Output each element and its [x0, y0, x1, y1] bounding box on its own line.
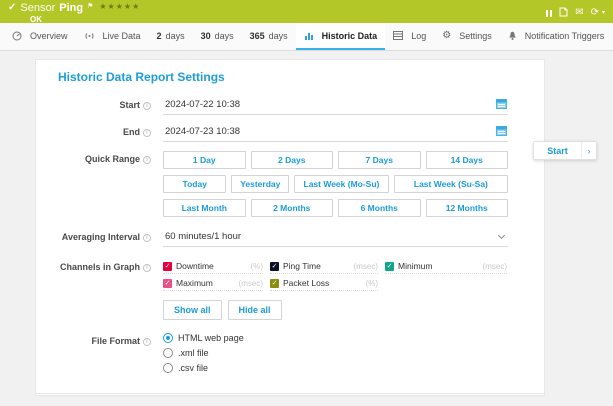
- radio-selected-icon[interactable]: [163, 333, 173, 343]
- hide-all-button[interactable]: Hide all: [228, 300, 282, 320]
- status-check-icon: ✓: [8, 2, 16, 14]
- quick-range-row: Quick Range 1 Day 2 Days 7 Days 14 Days …: [36, 151, 544, 217]
- log-table-icon: [393, 31, 403, 40]
- quick-range-12-months-button[interactable]: 12 Months: [426, 199, 509, 217]
- settings-heading: Historic Data Report Settings: [58, 70, 544, 84]
- calendar-icon[interactable]: [496, 125, 507, 139]
- tab-settings[interactable]: ⚙ Settings: [434, 23, 500, 50]
- tab-historic-data[interactable]: Historic Data: [296, 23, 386, 50]
- channel-ping-time[interactable]: ✓ Ping Time (msec): [270, 261, 378, 274]
- file-format-label: File Format: [36, 333, 151, 346]
- report-icon[interactable]: [559, 4, 568, 22]
- channel-downtime[interactable]: ✓ Downtime (%): [163, 261, 263, 274]
- info-icon[interactable]: [143, 234, 151, 242]
- tab-notification-triggers[interactable]: Notification Triggers: [500, 23, 613, 50]
- channel-checkbox[interactable]: ✓: [270, 262, 279, 271]
- refresh-icon[interactable]: ⟳: [591, 8, 599, 18]
- tab-live-data[interactable]: Live Data: [76, 23, 149, 50]
- tab-30-days[interactable]: 30days: [193, 23, 242, 50]
- calendar-icon[interactable]: [496, 98, 507, 112]
- channel-checkbox[interactable]: ✓: [385, 262, 394, 271]
- bell-icon: [508, 31, 517, 41]
- channel-checkbox[interactable]: ✓: [163, 279, 172, 288]
- channel-minimum[interactable]: ✓ Minimum (msec): [385, 261, 507, 274]
- tab-365-days[interactable]: 365days: [242, 23, 296, 50]
- radio-icon[interactable]: [163, 363, 173, 373]
- quick-range-last-month-button[interactable]: Last Month: [163, 199, 246, 217]
- averaging-interval-row: Averaging Interval 60 minutes/1 hour: [36, 229, 544, 247]
- quick-range-yesterday-button[interactable]: Yesterday: [231, 175, 289, 193]
- tab-overview[interactable]: Overview: [4, 23, 76, 50]
- sensor-status-badge: OK: [30, 15, 613, 24]
- end-input[interactable]: 2024-07-23 10:38: [163, 124, 508, 142]
- start-action-group: Start ›: [533, 141, 597, 160]
- file-format-html-option[interactable]: HTML web page: [163, 333, 508, 343]
- channel-packet-loss[interactable]: ✓ Packet Loss (%): [270, 278, 378, 291]
- end-label: End: [36, 124, 151, 137]
- tab-bar: Overview Live Data 2days 30days 365days …: [0, 23, 613, 51]
- channel-checkbox[interactable]: ✓: [163, 262, 172, 271]
- live-data-icon: [84, 31, 95, 41]
- averaging-interval-label: Averaging Interval: [36, 229, 151, 242]
- averaging-interval-select[interactable]: 60 minutes/1 hour: [163, 229, 508, 247]
- channels-label: Channels in Graph: [36, 259, 151, 272]
- quick-range-last-week-su-sa-button[interactable]: Last Week (Su-Sa): [394, 175, 508, 193]
- channel-maximum[interactable]: ✓ Maximum (msec): [163, 278, 263, 291]
- priority-flag-icon: ⚑: [87, 1, 93, 13]
- start-input[interactable]: 2024-07-22 10:38: [163, 97, 508, 115]
- quick-range-7-days-button[interactable]: 7 Days: [338, 151, 421, 169]
- quick-range-2-days-button[interactable]: 2 Days: [251, 151, 334, 169]
- file-format-xml-option[interactable]: .xml file: [163, 348, 508, 358]
- sensor-type-label: Sensor: [20, 2, 55, 14]
- main-content: Historic Data Report Settings Start 2024…: [0, 51, 613, 406]
- info-icon[interactable]: [143, 156, 151, 164]
- info-icon[interactable]: [143, 102, 151, 110]
- quick-range-label: Quick Range: [36, 151, 151, 164]
- start-more-button[interactable]: ›: [581, 142, 596, 159]
- info-icon[interactable]: [143, 129, 151, 137]
- start-label: Start: [36, 97, 151, 110]
- file-format-csv-option[interactable]: .csv file: [163, 363, 508, 373]
- sensor-header: ✓ Sensor Ping ⚑ ★★★★★ OK ✉ ⟳ ▾: [0, 0, 613, 23]
- end-row: End 2024-07-23 10:38: [36, 124, 544, 142]
- quick-range-1-day-button[interactable]: 1 Day: [163, 151, 246, 169]
- quick-range-today-button[interactable]: Today: [163, 175, 226, 193]
- quick-range-2-months-button[interactable]: 2 Months: [251, 199, 334, 217]
- mail-icon[interactable]: ✉: [575, 8, 583, 18]
- chevron-down-icon: [498, 232, 505, 239]
- section-divider: [36, 393, 544, 394]
- pause-icon[interactable]: [546, 10, 552, 17]
- info-icon[interactable]: [143, 264, 151, 272]
- sensor-name[interactable]: Ping: [59, 2, 83, 14]
- radio-icon[interactable]: [163, 348, 173, 358]
- channel-checkbox[interactable]: ✓: [270, 279, 279, 288]
- quick-range-6-months-button[interactable]: 6 Months: [338, 199, 421, 217]
- tab-2-days[interactable]: 2days: [149, 23, 193, 50]
- tab-log[interactable]: Log: [385, 23, 434, 50]
- show-all-button[interactable]: Show all: [163, 300, 222, 320]
- caret-down-icon[interactable]: ▾: [602, 8, 605, 18]
- gear-icon: ⚙: [442, 31, 451, 41]
- priority-stars[interactable]: ★★★★★: [99, 1, 140, 13]
- gauge-icon: [12, 31, 22, 41]
- file-format-row: File Format HTML web page .xml file .csv…: [36, 333, 544, 378]
- chart-icon: [304, 31, 314, 41]
- info-icon[interactable]: [143, 338, 151, 346]
- start-button[interactable]: Start: [534, 142, 581, 159]
- quick-range-14-days-button[interactable]: 14 Days: [426, 151, 509, 169]
- quick-range-last-week-mo-su-button[interactable]: Last Week (Mo-Su): [294, 175, 389, 193]
- channels-row: Channels in Graph ✓ Downtime (%) ✓ Ping …: [36, 259, 544, 320]
- historic-data-settings-panel: Historic Data Report Settings Start 2024…: [35, 59, 545, 396]
- sensor-title: ✓ Sensor Ping ⚑ ★★★★★: [8, 2, 613, 14]
- start-row: Start 2024-07-22 10:38: [36, 97, 544, 115]
